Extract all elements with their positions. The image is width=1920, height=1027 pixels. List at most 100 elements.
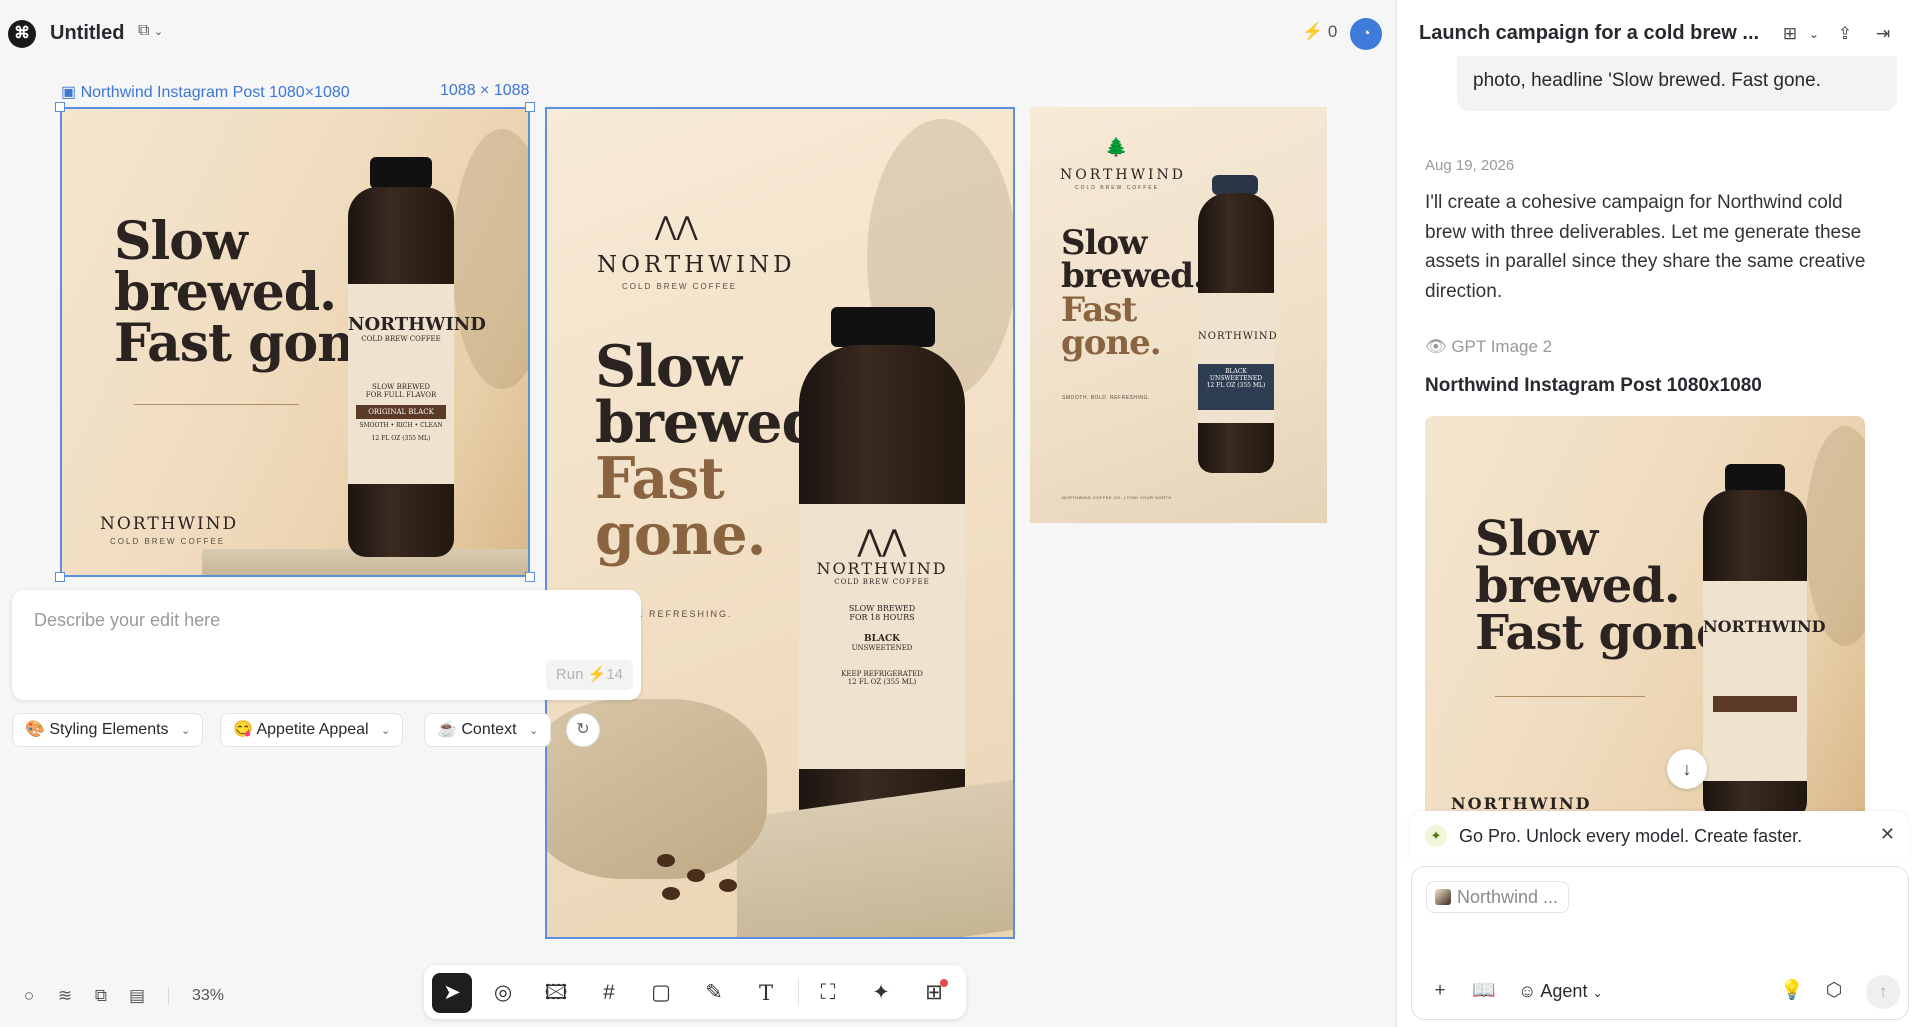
label-line: FOR FULL FLAVOR: [365, 391, 437, 399]
template-tool-icon[interactable]: ⊞: [914, 973, 954, 1013]
coffee-icon: ☕: [437, 721, 457, 738]
edit-prompt-input[interactable]: [34, 610, 614, 631]
lightbulb-icon[interactable]: 💡: [1778, 977, 1806, 1005]
add-icon[interactable]: +: [1426, 977, 1454, 1005]
asset-headline: Slow brewed. Fast gone.: [1475, 515, 1742, 657]
chip-styling-elements[interactable]: 🎨 Styling Elements ⌄: [12, 713, 204, 747]
text-tool-icon[interactable]: T: [746, 973, 786, 1013]
pin-tool-icon[interactable]: ◎: [483, 973, 523, 1013]
chat-composer[interactable]: Northwind ... + 📖 ☺ Agent ⌄ 💡 ⬡ ↑: [1411, 866, 1909, 1020]
refresh-suggestions-button[interactable]: ↻: [566, 713, 600, 747]
chat-panel: Launch campaign for a cold brew ... ⊞ ⌄ …: [1396, 0, 1920, 1027]
frame-tool-icon[interactable]: #: [589, 973, 629, 1013]
send-button[interactable]: ↑: [1866, 975, 1900, 1009]
label-line: BLACK: [864, 634, 900, 644]
label-dark-band: BLACK UNSWEETENED 12 FL OZ (355 ML): [1198, 364, 1274, 410]
divider: [134, 404, 299, 405]
label-sub: COLD BREW COFFEE: [834, 578, 930, 586]
frame-label[interactable]: ▣ Northwind Instagram Post 1080×1080: [61, 82, 350, 102]
resize-handle-tr[interactable]: [525, 102, 535, 112]
image-frame-icon: ▣: [61, 84, 77, 101]
chevron-down-icon: ⌄: [1592, 986, 1603, 1000]
artwork-story[interactable]: ⋀⋀ NORTHWIND COLD BREW COFFEE Slow brewe…: [545, 107, 1015, 939]
label-brand: NORTHWIND: [1703, 617, 1826, 636]
assets-icon[interactable]: ⧉: [90, 985, 112, 1007]
canvas[interactable]: ⌘ Untitled ⧉ ⌄ ⚡ 0 ◔ ▣ Northwind Instagr…: [0, 0, 1396, 1027]
upgrade-text: Go Pro. Unlock every model. Create faste…: [1459, 826, 1803, 846]
label-line: FOR 18 HOURS: [849, 613, 915, 622]
image-gen-tool-icon[interactable]: ⛶: [808, 973, 848, 1013]
run-cost: 14: [606, 666, 623, 683]
chip-appetite-appeal[interactable]: 😋 Appetite Appeal ⌄: [220, 713, 404, 747]
credits-counter[interactable]: ⚡ 0: [1302, 22, 1337, 42]
sync-icon[interactable]: ⧉ ⌄: [138, 22, 178, 46]
artwork-print[interactable]: 🌲 NORTHWIND COLD BREW COFFEE Slow brewed…: [1030, 107, 1327, 523]
app-logo-icon[interactable]: ⌘: [8, 20, 36, 48]
close-icon[interactable]: ✕: [1880, 824, 1895, 845]
bottle-label: NORTHWIND BLACK UNSWEETENED 12 FL OZ (35…: [1198, 293, 1277, 423]
rectangle-tool-icon[interactable]: ▢: [641, 973, 681, 1013]
chat-title[interactable]: Launch campaign for a cold brew ...: [1419, 22, 1759, 45]
bottle-label: NORTHWIND: [1703, 581, 1826, 781]
asset-title: Northwind Instagram Post 1080x1080: [1425, 375, 1762, 396]
label-line: SLOW BREWED: [848, 604, 916, 613]
pages-icon[interactable]: ▤: [126, 985, 148, 1007]
label-band-dark: [1713, 696, 1797, 712]
circle-icon[interactable]: ○: [18, 985, 40, 1007]
chevron-down-icon: ⌄: [528, 725, 539, 737]
chip-label: Appetite Appeal: [256, 721, 369, 738]
bottle-cap: [831, 307, 935, 347]
tree-logo-icon: 🌲: [1105, 137, 1128, 157]
artwork-brand: NORTHWIND: [1060, 167, 1186, 183]
select-tool-icon[interactable]: ➤: [432, 973, 472, 1013]
headline-line: Slow: [1061, 223, 1147, 263]
mountain-logo-icon: ⋀⋀: [655, 211, 698, 241]
artwork-brand-sub: COLD BREW COFFEE: [110, 537, 226, 546]
sparkle-icon: ✦: [1425, 825, 1447, 847]
artwork-headline: Slow brewed. Fast gone.: [1061, 223, 1205, 360]
asset-preview[interactable]: Slow brewed. Fast gone. NORTHWIND NORTHW…: [1425, 416, 1865, 811]
collaborators-avatar[interactable]: ◔: [1350, 18, 1382, 50]
reference-label: Northwind ...: [1457, 887, 1559, 907]
chevron-down-icon: ⌄: [381, 725, 391, 737]
reference-chip[interactable]: Northwind ...: [1426, 881, 1570, 913]
message-date: Aug 19, 2026: [1425, 157, 1515, 174]
headline-line: Fast: [1061, 289, 1137, 330]
book-icon[interactable]: 📖: [1470, 977, 1498, 1005]
share-icon[interactable]: ⇪: [1833, 22, 1857, 46]
artwork-brand: NORTHWIND: [100, 514, 239, 534]
bottle-cap: [370, 157, 432, 189]
coffee-bean: [719, 879, 737, 892]
edit-prompt-box: Run ⚡14: [12, 590, 641, 700]
document-title[interactable]: Untitled: [50, 22, 124, 45]
divider: [798, 979, 799, 1005]
artwork-instagram-post[interactable]: Slow brewed. Fast gone. NORTHWIND COLD B…: [60, 107, 530, 577]
resize-handle-br[interactable]: [525, 572, 535, 582]
leaf-shadow: [452, 129, 528, 389]
video-gen-tool-icon[interactable]: ✦: [861, 973, 901, 1013]
notification-dot: [940, 979, 948, 987]
coffee-bean: [662, 887, 680, 900]
new-chat-icon[interactable]: ⊞: [1778, 22, 1802, 46]
zoom-level[interactable]: 33%: [192, 985, 224, 1007]
pen-tool-icon[interactable]: ✎: [694, 973, 734, 1013]
layers-icon[interactable]: ≋: [54, 985, 76, 1007]
upgrade-banner[interactable]: ✦ Go Pro. Unlock every model. Create fas…: [1409, 811, 1909, 861]
artwork-brand-sub: COLD BREW COFFEE: [622, 282, 738, 291]
collapse-panel-icon[interactable]: ⇥: [1871, 22, 1895, 46]
tool-bar: ➤ ◎ 🖾 # ▢ ✎ T ⛶ ✦ ⊞: [424, 965, 966, 1019]
chevron-down-icon[interactable]: ⌄: [1802, 22, 1826, 46]
scroll-down-button[interactable]: ↓: [1667, 749, 1707, 789]
resize-handle-tl[interactable]: [55, 102, 65, 112]
leaf-shadow: [1805, 426, 1865, 646]
cube-icon[interactable]: ⬡: [1820, 977, 1848, 1005]
chip-context[interactable]: ☕ Context ⌄: [424, 713, 552, 747]
model-line: 👁 GPT Image 2: [1425, 337, 1552, 357]
coffee-bean: [657, 854, 675, 867]
mode-selector[interactable]: ☺ Agent ⌄: [1518, 977, 1603, 1005]
resize-handle-bl[interactable]: [55, 572, 65, 582]
image-tool-icon[interactable]: 🖾: [536, 973, 576, 1013]
frame-label-text: Northwind Instagram Post 1080×1080: [80, 84, 350, 101]
run-button[interactable]: Run ⚡14: [545, 660, 633, 690]
refresh-icon: ↻: [576, 721, 590, 738]
